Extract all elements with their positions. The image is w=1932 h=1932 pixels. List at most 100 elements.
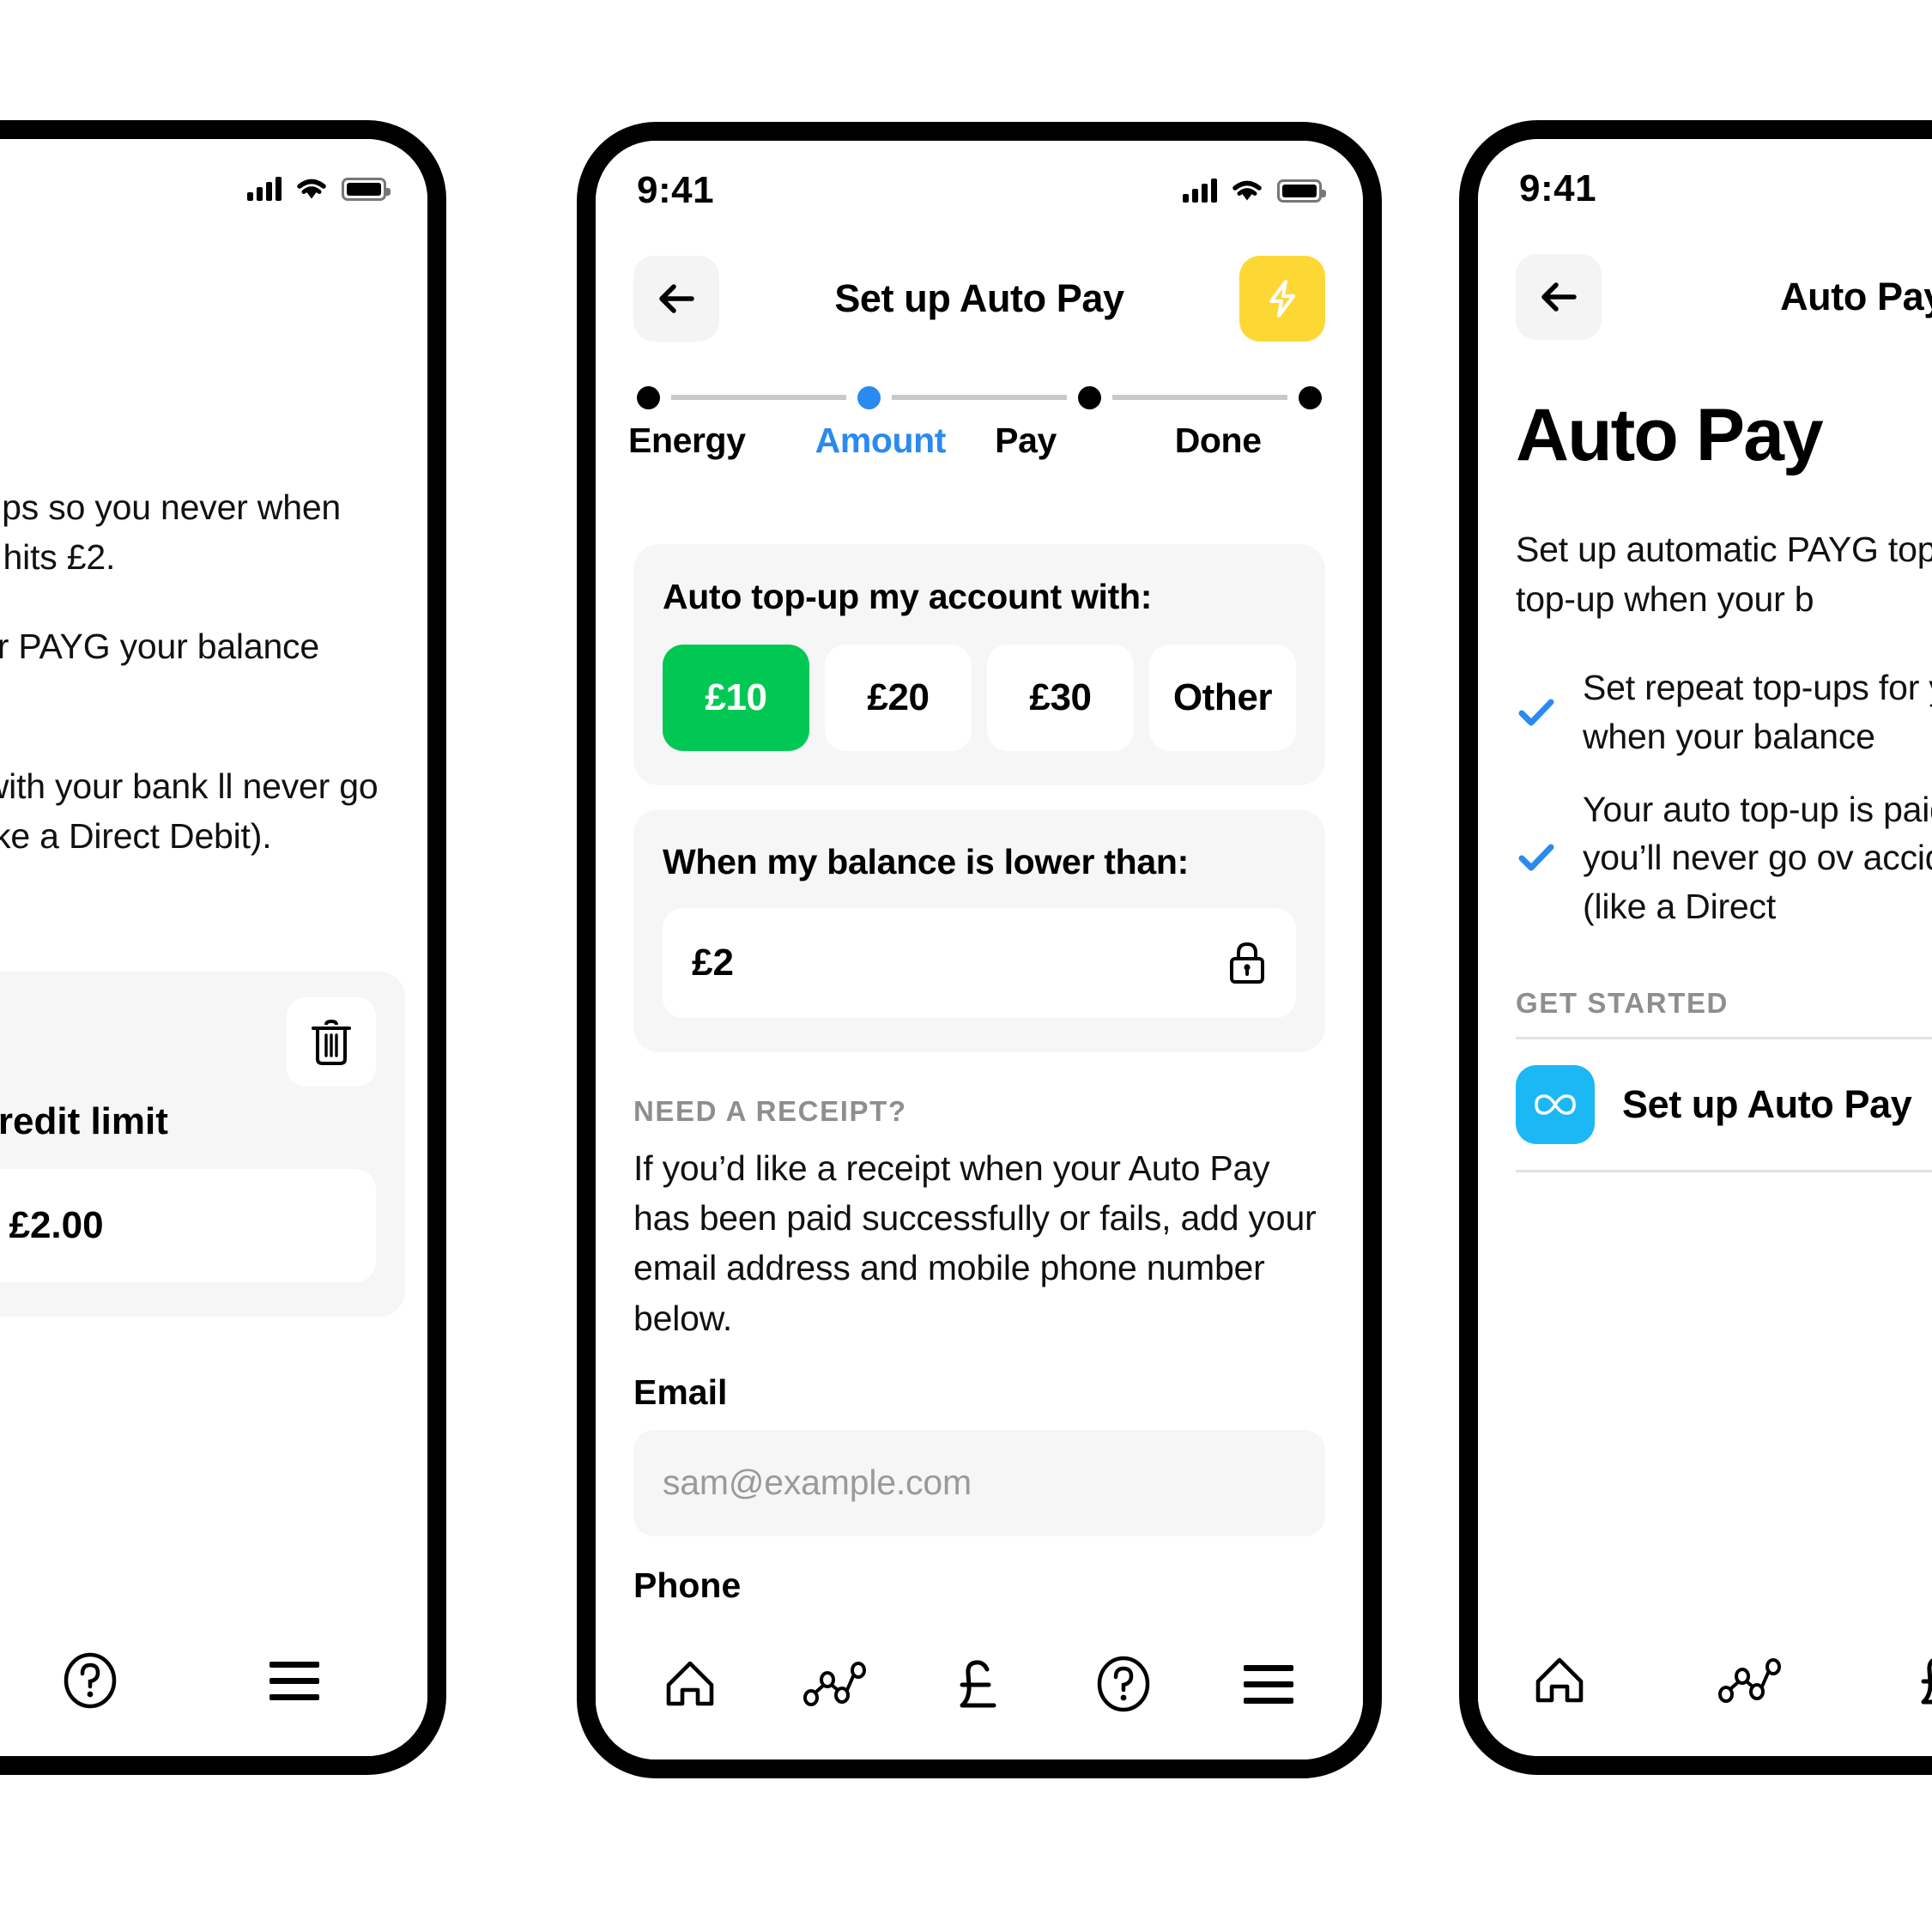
status-bar-left: 9:41 bbox=[0, 163, 427, 215]
benefit-item-2: Your auto top-up is paid card, so you’ll… bbox=[1516, 785, 1932, 931]
credit-limit-card: Credit limit £2.00 bbox=[0, 972, 405, 1317]
page-title-center: Set up Auto Pay bbox=[834, 276, 1124, 320]
screen-right: 9:41 Auto Pay Auto Pay Set up automatic … bbox=[1478, 139, 1932, 1756]
divider-bottom bbox=[1516, 1170, 1932, 1173]
set-up-auto-pay-row[interactable]: Set up Auto Pay bbox=[1516, 1039, 1932, 1170]
balance-threshold-field[interactable]: £2 bbox=[663, 908, 1296, 1018]
tab-home-center[interactable] bbox=[643, 1641, 737, 1727]
back-button[interactable] bbox=[633, 256, 719, 342]
check-icon bbox=[1518, 844, 1554, 871]
email-input[interactable]: sam@example.com bbox=[633, 1429, 1325, 1536]
set-up-auto-pay-label: Set up Auto Pay bbox=[1622, 1082, 1912, 1127]
balance-threshold-title: When my balance is lower than: bbox=[663, 842, 1189, 881]
email-label: Email bbox=[633, 1372, 728, 1412]
topup-amount-options: £10 £20 £30 Other bbox=[663, 645, 1296, 751]
lock-icon bbox=[1230, 942, 1264, 984]
tab-help-left[interactable] bbox=[43, 1638, 137, 1723]
phone-center: 9:41 Set up Auto Pay Energy Amount Pay D… bbox=[577, 122, 1382, 1778]
phone-label: Phone bbox=[633, 1565, 742, 1605]
benefit-item-1: Set repeat top-ups for yo meter when you… bbox=[1516, 663, 1932, 760]
menu-icon bbox=[270, 1661, 319, 1700]
stepper-label-amount: Amount bbox=[815, 421, 947, 460]
amount-option-20[interactable]: £20 bbox=[825, 645, 972, 751]
stepper-dot-amount[interactable] bbox=[857, 385, 881, 409]
help-icon bbox=[1098, 1656, 1150, 1712]
left-paragraph-2: p-ups for your PAYG your balance reaches… bbox=[0, 627, 319, 667]
trash-icon bbox=[312, 1019, 351, 1065]
tab-usage-right[interactable] bbox=[1703, 1638, 1797, 1723]
receipt-eyebrow: NEED A RECEIPT? bbox=[633, 1095, 907, 1127]
center-content: Auto top-up my account with: £10 £20 £30… bbox=[633, 544, 1325, 1729]
left-paragraph-3: p-up is paid with your bank ll never go … bbox=[0, 766, 379, 857]
tab-payments-right[interactable] bbox=[1893, 1638, 1932, 1723]
infinity-icon-tile bbox=[1516, 1065, 1595, 1145]
stepper-dot-done[interactable] bbox=[1299, 385, 1322, 409]
tab-home-right[interactable] bbox=[1512, 1638, 1607, 1723]
receipt-body: If you’d like a receipt when your Auto P… bbox=[633, 1148, 1317, 1338]
tabbar-right bbox=[1478, 1605, 1932, 1756]
topup-amount-card: Auto top-up my account with: £10 £20 £30… bbox=[633, 544, 1325, 785]
navbar-left: Auto Pay bbox=[0, 249, 427, 345]
status-time-center: 9:41 bbox=[637, 169, 715, 211]
screenshot-canvas: 9:41 Auto Pay r c PAYG top-ups so you ne… bbox=[0, 0, 1932, 1932]
page-title-right: Auto Pay bbox=[1780, 275, 1932, 318]
help-icon bbox=[64, 1652, 117, 1709]
tab-help-center[interactable] bbox=[1076, 1641, 1171, 1727]
delete-credit-limit-button[interactable] bbox=[287, 997, 376, 1087]
left-content: r c PAYG top-ups so you never when your … bbox=[0, 397, 427, 861]
get-started-label: GET STARTED bbox=[1516, 987, 1729, 1020]
arrow-left-icon bbox=[1541, 282, 1577, 312]
progress-stepper: Energy Amount Pay Done bbox=[628, 383, 1325, 461]
pound-icon bbox=[1921, 1658, 1932, 1705]
signal-bars-icon bbox=[247, 177, 282, 201]
arrow-left-icon bbox=[659, 284, 694, 313]
battery-icon bbox=[1277, 179, 1326, 203]
amount-option-other[interactable]: Other bbox=[1149, 645, 1296, 751]
balance-threshold-value: £2 bbox=[692, 942, 734, 984]
tabbar-center bbox=[596, 1608, 1363, 1759]
email-placeholder: sam@example.com bbox=[663, 1463, 972, 1503]
stepper-label-pay: Pay bbox=[995, 421, 1057, 460]
infinity-icon bbox=[1535, 1094, 1576, 1116]
tab-menu-center[interactable] bbox=[1221, 1641, 1316, 1727]
right-content: Auto Pay Set up automatic PAYG top-u for… bbox=[1516, 393, 1932, 1173]
stepper-dot-pay[interactable] bbox=[1078, 385, 1101, 409]
back-button-right[interactable] bbox=[1516, 254, 1602, 340]
stepper-line-3 bbox=[1112, 395, 1287, 400]
tab-payments-center[interactable] bbox=[932, 1641, 1027, 1727]
menu-icon bbox=[1243, 1664, 1293, 1704]
stepper-line-2 bbox=[892, 395, 1067, 400]
amount-option-30[interactable]: £30 bbox=[987, 645, 1134, 751]
home-icon bbox=[666, 1661, 714, 1706]
stepper-label-done: Done bbox=[1174, 421, 1262, 460]
stepper-track bbox=[633, 383, 1325, 412]
navbar-right: Auto Pay bbox=[1478, 249, 1932, 345]
credit-limit-value-box[interactable]: £2.00 bbox=[0, 1169, 376, 1282]
screen-center: 9:41 Set up Auto Pay Energy Amount Pay D… bbox=[596, 141, 1363, 1759]
amount-option-10[interactable]: £10 bbox=[663, 645, 809, 751]
status-icons-left bbox=[247, 177, 391, 201]
battery-icon bbox=[342, 177, 391, 201]
status-bar-center: 9:41 bbox=[596, 165, 1363, 216]
left-paragraph-1: c PAYG top-ups so you never when your ba… bbox=[0, 488, 342, 578]
check-icon bbox=[1518, 699, 1554, 726]
home-icon bbox=[1535, 1657, 1584, 1703]
tab-usage-center[interactable] bbox=[788, 1641, 882, 1727]
bolt-icon bbox=[1269, 280, 1295, 318]
balance-threshold-card: When my balance is lower than: £2 bbox=[633, 809, 1325, 1052]
tab-menu-left[interactable] bbox=[247, 1638, 342, 1723]
usage-chart-icon bbox=[1718, 1658, 1781, 1703]
navbar-center: Set up Auto Pay bbox=[596, 251, 1363, 347]
screen-left: 9:41 Auto Pay r c PAYG top-ups so you ne… bbox=[0, 139, 427, 1756]
topup-amount-title: Auto top-up my account with: bbox=[663, 577, 1153, 616]
stepper-dot-energy[interactable] bbox=[637, 385, 660, 409]
status-bar-right: 9:41 bbox=[1478, 163, 1932, 215]
bolt-action-button[interactable] bbox=[1239, 256, 1325, 342]
benefit-text-2: Your auto top-up is paid card, so you’ll… bbox=[1583, 789, 1932, 926]
tabbar-left bbox=[0, 1605, 427, 1756]
left-text-fragment-top: r bbox=[0, 397, 390, 434]
credit-limit-value: £2.00 bbox=[9, 1204, 104, 1246]
credit-limit-label: Credit limit bbox=[0, 1100, 168, 1142]
stepper-line-1 bbox=[671, 395, 846, 400]
stepper-labels: Energy Amount Pay Done bbox=[628, 421, 1325, 461]
